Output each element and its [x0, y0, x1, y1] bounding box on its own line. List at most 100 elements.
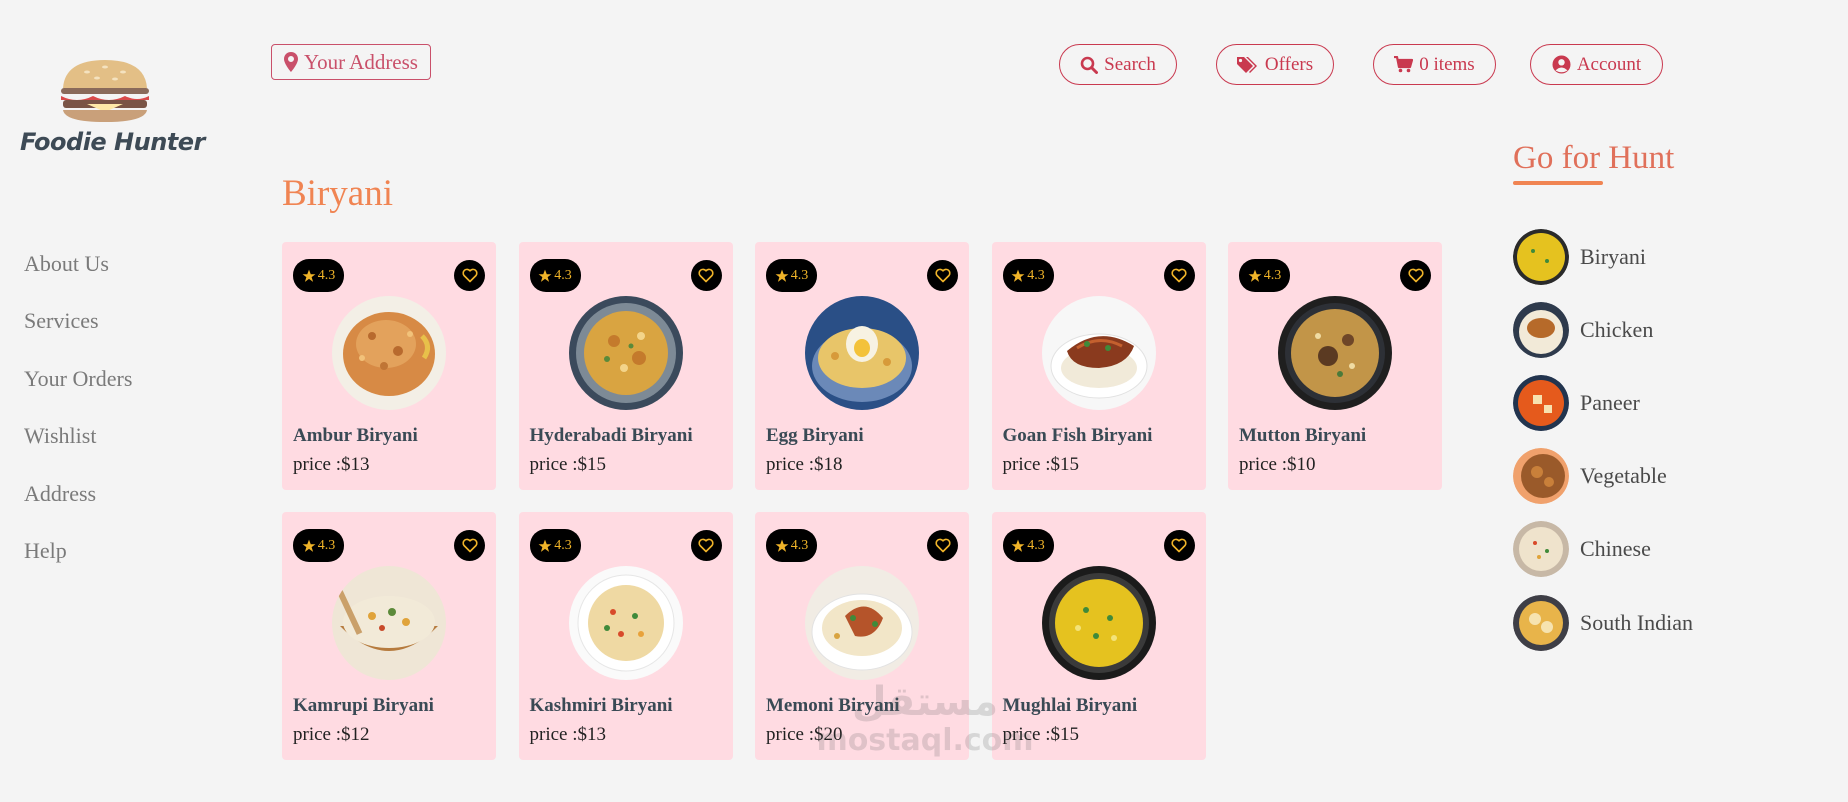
category-item-paneer[interactable]: Paneer: [1513, 366, 1693, 439]
heart-icon: [461, 538, 478, 553]
rating-value: 4.3: [317, 267, 336, 283]
nav-services[interactable]: Services: [24, 305, 132, 362]
wishlist-heart-button[interactable]: [454, 530, 485, 561]
dish-image: [1041, 296, 1156, 410]
dish-name: Kashmiri Biryani: [529, 695, 673, 716]
account-label: Account: [1576, 53, 1642, 75]
star-icon: [775, 269, 789, 282]
heart-icon: [461, 268, 478, 283]
wishlist-heart-button[interactable]: [1163, 530, 1195, 561]
wishlist-heart-button[interactable]: [927, 530, 958, 561]
wishlist-heart-button[interactable]: [690, 530, 722, 561]
cart-label: 0 items: [1419, 53, 1475, 75]
section-title: Biryani: [282, 173, 393, 214]
dish-price: price :$12: [293, 724, 370, 745]
category-item-vegetable[interactable]: Vegetable: [1513, 440, 1693, 513]
watermark-latin: mostaql.com: [816, 723, 1034, 758]
dish-price: price :$13: [293, 454, 370, 475]
dish-name: Mutton Biryani: [1239, 425, 1367, 446]
address-label: Your Address: [304, 49, 418, 74]
star-icon: [538, 539, 552, 552]
category-item-chinese[interactable]: Chinese: [1513, 513, 1693, 586]
category-label: Vegetable: [1580, 463, 1667, 489]
dish-image: [805, 566, 919, 680]
nav-wishlist[interactable]: Wishlist: [24, 420, 132, 477]
dish-price: price :$15: [1002, 454, 1080, 475]
rating-badge: 4.3: [529, 259, 581, 292]
categories-title-underline: [1513, 181, 1603, 185]
star-icon: [1011, 269, 1025, 282]
cart-button[interactable]: 0 items: [1373, 44, 1496, 85]
rating-badge: 4.3: [293, 529, 344, 562]
category-image: [1513, 448, 1569, 505]
rating-value: 4.3: [1263, 267, 1282, 283]
rating-badge: 4.3: [293, 259, 344, 292]
star-icon: [1011, 539, 1025, 552]
dish-image: [805, 296, 919, 410]
category-label: Paneer: [1580, 389, 1640, 415]
category-list: Biryani Chicken Paneer Vegetable Chinese…: [1513, 220, 1693, 659]
category-image: [1513, 228, 1569, 285]
rating-value: 4.3: [554, 267, 572, 283]
wishlist-heart-button[interactable]: [1400, 260, 1431, 291]
nav-about-us[interactable]: About Us: [24, 248, 132, 305]
category-label: Biryani: [1580, 243, 1646, 269]
wishlist-heart-button[interactable]: [927, 260, 958, 291]
heart-icon: [934, 538, 951, 553]
watermark: مستقل mostaql.com: [815, 680, 1035, 758]
category-item-biryani[interactable]: Biryani: [1513, 220, 1693, 293]
dish-name: Egg Biryani: [766, 425, 864, 446]
dish-name: Goan Fish Biryani: [1002, 425, 1153, 446]
nav-address[interactable]: Address: [24, 478, 132, 535]
rating-value: 4.3: [554, 537, 572, 553]
dish-card-mutton[interactable]: 4.3 Mutton Biryani price :$10: [1228, 242, 1442, 490]
rating-badge: 4.3: [766, 259, 817, 292]
address-button[interactable]: Your Address: [271, 44, 431, 80]
dish-name: Ambur Biryani: [293, 425, 418, 446]
cart-icon: [1394, 56, 1414, 73]
rating-badge: 4.3: [529, 529, 581, 562]
wishlist-heart-button[interactable]: [690, 260, 722, 291]
dish-image: [332, 566, 446, 680]
dish-card-kashmiri[interactable]: 4.3 Kashmiri Biryani price :$13: [518, 512, 733, 760]
dish-name: Hyderabadi Biryani: [529, 425, 693, 446]
dish-price: price :$13: [529, 724, 607, 745]
rating-value: 4.3: [317, 537, 336, 553]
nav-help[interactable]: Help: [24, 535, 132, 592]
wishlist-heart-button[interactable]: [454, 260, 485, 291]
brand-logo[interactable]: Foodie Hunter: [20, 58, 205, 156]
categories-title: Go for Hunt: [1513, 140, 1675, 176]
dish-price: price :$18: [766, 454, 843, 475]
category-image: [1513, 594, 1569, 651]
star-icon: [538, 269, 552, 282]
category-image: [1513, 301, 1569, 358]
nav-your-orders[interactable]: Your Orders: [24, 363, 132, 420]
heart-icon: [698, 538, 714, 553]
rating-badge: 4.3: [1002, 529, 1054, 562]
dish-card-egg[interactable]: 4.3 Egg Biryani price :$18: [755, 242, 969, 490]
dish-card-goan-fish[interactable]: 4.3 Goan Fish Biryani price :$15: [991, 242, 1206, 490]
dish-image: [568, 296, 683, 410]
offers-button[interactable]: Offers: [1216, 44, 1334, 85]
category-item-south-indian[interactable]: South Indian: [1513, 586, 1693, 659]
search-label: Search: [1104, 53, 1156, 75]
heart-icon: [1171, 538, 1187, 553]
category-item-chicken[interactable]: Chicken: [1513, 293, 1693, 366]
rating-badge: 4.3: [766, 529, 817, 562]
category-label: South Indian: [1580, 609, 1694, 635]
star-icon: [302, 539, 316, 552]
user-circle-icon: [1552, 55, 1571, 74]
dish-image: [1041, 566, 1156, 680]
account-button[interactable]: Account: [1530, 44, 1663, 85]
wishlist-heart-button[interactable]: [1163, 260, 1195, 291]
dish-card-hyderabadi[interactable]: 4.3 Hyderabadi Biryani price :$15: [518, 242, 733, 490]
rating-value: 4.3: [1027, 537, 1045, 553]
category-label: Chicken: [1580, 316, 1654, 342]
dish-card-kamrupi[interactable]: 4.3 Kamrupi Biryani price :$12: [282, 512, 496, 760]
dish-card-ambur[interactable]: 4.3 Ambur Biryani price :$13: [282, 242, 496, 490]
watermark-arabic: مستقل: [851, 679, 999, 725]
rating-value: 4.3: [790, 267, 809, 283]
dish-image: [332, 296, 446, 410]
dish-image: [1278, 296, 1392, 410]
search-button[interactable]: Search: [1059, 44, 1177, 85]
